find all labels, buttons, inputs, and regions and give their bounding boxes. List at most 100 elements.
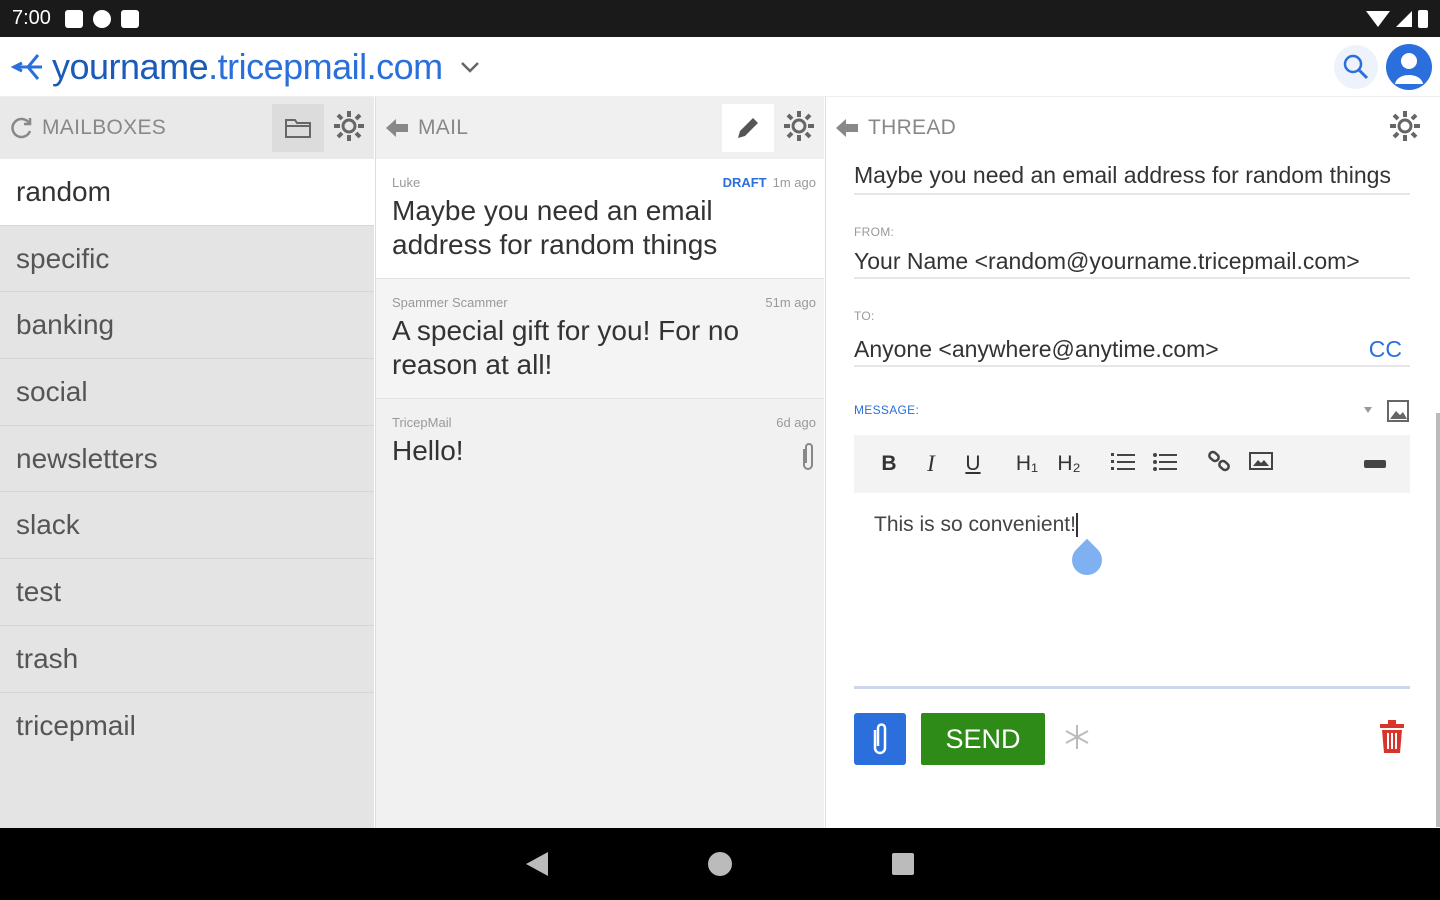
ordered-list-button[interactable] bbox=[1102, 451, 1144, 477]
thread-settings-button[interactable] bbox=[1388, 109, 1422, 148]
image-insert-icon[interactable] bbox=[1386, 397, 1410, 423]
paperclip-icon bbox=[873, 723, 887, 755]
status-bar: 7:00 bbox=[0, 0, 1440, 37]
text-cursor bbox=[1075, 513, 1078, 538]
domain-selector[interactable]: yourname.tricepmail.com bbox=[52, 46, 443, 88]
heading2-button[interactable]: H₂ bbox=[1048, 452, 1090, 476]
notification-icon bbox=[64, 9, 83, 28]
message-editor[interactable]: This is so convenient! bbox=[854, 493, 1410, 689]
mail-time: 6d ago bbox=[776, 415, 816, 430]
gear-icon bbox=[1390, 110, 1420, 141]
insert-image-button[interactable] bbox=[1240, 451, 1282, 477]
pencil-icon bbox=[738, 118, 758, 138]
mail-list-item[interactable]: Spammer Scammer 51m ago A special gift f… bbox=[376, 279, 824, 399]
message-body: This is so convenient! bbox=[874, 513, 1076, 536]
from-label: FROM: bbox=[854, 225, 895, 239]
thread-header: THREAD bbox=[826, 97, 1440, 159]
tricep-logo-icon bbox=[10, 49, 46, 85]
mail-settings-button[interactable] bbox=[782, 109, 816, 148]
bold-button[interactable]: B bbox=[868, 452, 910, 476]
to-row: Anyone <anywhere@anytime.com> CC bbox=[854, 323, 1410, 367]
subject-field[interactable]: Maybe you need an email address for rand… bbox=[854, 155, 1410, 195]
search-button[interactable] bbox=[1334, 44, 1378, 89]
trash-icon[interactable] bbox=[1378, 719, 1406, 759]
mailboxes-settings-button[interactable] bbox=[332, 109, 366, 148]
cc-button[interactable]: CC bbox=[1369, 336, 1402, 363]
underline-button[interactable]: U bbox=[952, 452, 994, 476]
gear-icon bbox=[784, 110, 814, 141]
bullet-list-icon bbox=[1153, 453, 1177, 471]
mailbox-item[interactable]: test bbox=[0, 559, 374, 626]
mailboxes-panel: MAILBOXES random specific banking social… bbox=[0, 97, 374, 828]
italic-button[interactable]: I bbox=[910, 451, 952, 477]
ordered-list-icon bbox=[1111, 453, 1135, 470]
mail-sender: Spammer Scammer bbox=[392, 295, 508, 310]
nav-home-icon[interactable] bbox=[708, 852, 732, 876]
send-button[interactable]: SEND bbox=[921, 713, 1045, 765]
domain-prefix: yourname bbox=[52, 45, 209, 87]
folder-button[interactable] bbox=[272, 104, 324, 152]
snowflake-icon[interactable] bbox=[1063, 723, 1091, 756]
mail-subject: A special gift for you! For no reason at… bbox=[392, 315, 740, 380]
mail-sender: Luke bbox=[392, 175, 421, 190]
folder-icon bbox=[285, 119, 311, 138]
mailbox-item[interactable]: slack bbox=[0, 492, 374, 560]
mailbox-item[interactable]: banking bbox=[0, 292, 374, 360]
mail-sender: TricepMail bbox=[392, 415, 452, 430]
app-header: yourname.tricepmail.com bbox=[0, 37, 1440, 97]
compose-button[interactable] bbox=[722, 104, 774, 152]
mail-subject: Hello! bbox=[392, 435, 464, 466]
signal-icon bbox=[1396, 10, 1412, 27]
to-field[interactable]: Anyone <anywhere@anytime.com> bbox=[854, 333, 1219, 365]
mailbox-item[interactable]: specific bbox=[0, 226, 374, 293]
horizontal-rule-icon bbox=[1364, 460, 1386, 468]
mail-subject: Maybe you need an email address for rand… bbox=[392, 195, 718, 260]
paperclip-icon bbox=[800, 441, 816, 478]
user-icon bbox=[1395, 52, 1423, 84]
image-icon bbox=[1249, 452, 1273, 470]
search-icon bbox=[1343, 54, 1369, 79]
horizontal-rule-button[interactable] bbox=[1354, 452, 1396, 476]
bullet-list-button[interactable] bbox=[1144, 451, 1186, 477]
attach-button[interactable] bbox=[854, 713, 906, 765]
app-notification-icon bbox=[92, 9, 111, 28]
mail-time: 1m ago bbox=[772, 175, 816, 190]
mail-header: MAIL bbox=[376, 97, 824, 159]
scrollbar[interactable] bbox=[1436, 413, 1440, 827]
domain-rest: .tricepmail.com bbox=[208, 45, 443, 87]
cursor-handle[interactable] bbox=[1065, 538, 1109, 582]
battery-icon bbox=[1418, 9, 1428, 28]
status-time: 7:00 bbox=[12, 7, 51, 29]
refresh-icon[interactable] bbox=[8, 115, 34, 141]
draft-badge: DRAFT bbox=[722, 175, 767, 190]
nav-recents-icon[interactable] bbox=[892, 853, 914, 875]
mailbox-item[interactable]: social bbox=[0, 359, 374, 426]
mailbox-item[interactable]: newsletters bbox=[0, 426, 374, 493]
back-arrow-icon[interactable] bbox=[834, 117, 860, 139]
mailbox-item[interactable]: tricepmail bbox=[0, 693, 374, 760]
mailbox-item[interactable]: trash bbox=[0, 626, 374, 693]
back-arrow-icon[interactable] bbox=[384, 117, 410, 139]
account-avatar[interactable] bbox=[1386, 43, 1432, 90]
format-toolbar: B I U H₁ H₂ bbox=[854, 435, 1410, 493]
dropdown-arrow-icon[interactable] bbox=[1364, 407, 1372, 413]
nav-back-icon[interactable] bbox=[526, 852, 548, 876]
system-nav-bar bbox=[0, 828, 1440, 900]
mailbox-item[interactable]: random bbox=[0, 159, 374, 226]
mailboxes-title: MAILBOXES bbox=[42, 116, 167, 139]
from-field[interactable]: Your Name <random@yourname.tricepmail.co… bbox=[854, 239, 1410, 279]
mailboxes-header: MAILBOXES bbox=[0, 97, 374, 159]
thread-title: THREAD bbox=[868, 116, 957, 139]
mail-list-item[interactable]: Luke DRAFT 1m ago Maybe you need an email… bbox=[376, 159, 824, 279]
mail-list-item[interactable]: TricepMail 6d ago Hello! bbox=[376, 399, 824, 484]
to-label: TO: bbox=[854, 309, 875, 323]
chevron-down-icon[interactable] bbox=[459, 56, 481, 78]
mail-title: MAIL bbox=[418, 116, 469, 139]
link-button[interactable] bbox=[1198, 450, 1240, 478]
thread-panel: THREAD Maybe you need an email address f… bbox=[825, 97, 1440, 828]
heading1-button[interactable]: H₁ bbox=[1006, 452, 1048, 476]
wifi-icon bbox=[1366, 10, 1390, 27]
message-label: MESSAGE: bbox=[854, 403, 920, 417]
sd-card-icon bbox=[120, 9, 139, 28]
link-icon bbox=[1208, 450, 1230, 472]
